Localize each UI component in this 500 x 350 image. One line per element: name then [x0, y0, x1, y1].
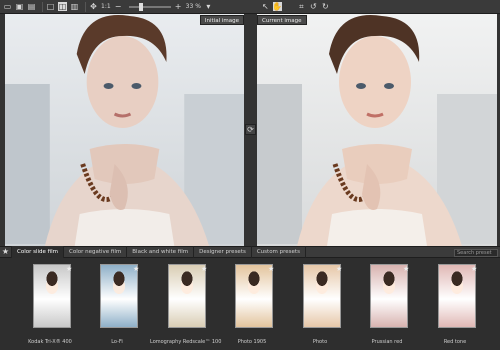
- initial-image-label: Initial image: [199, 15, 244, 25]
- favorite-star-icon[interactable]: ★: [201, 266, 207, 273]
- zoom-slider[interactable]: [128, 2, 171, 11]
- save-icon[interactable]: ▣: [15, 2, 24, 11]
- preset-thumbnail[interactable]: ★ Photo 1905: [222, 264, 282, 346]
- preset-preview-image: [370, 264, 408, 328]
- ratio-button[interactable]: 1:1: [101, 3, 111, 10]
- cursor-icon[interactable]: ↖: [261, 2, 270, 11]
- tab-color-negative-film[interactable]: Color negative film: [64, 246, 128, 258]
- toolbar-divider: [42, 1, 43, 12]
- hand-tool-icon[interactable]: ✋: [272, 2, 282, 11]
- favorites-star-icon[interactable]: ★: [0, 246, 12, 258]
- current-image-pane[interactable]: Current image: [257, 14, 497, 246]
- tab-color-slide-film[interactable]: Color slide film: [12, 246, 65, 258]
- preset-thumbnails: ★ Kodak Tri-X® 400 ★ Lo-Fi ★ Lomography Redsc…: [0, 258, 500, 350]
- preset-preview-image: [438, 264, 476, 328]
- preset-thumbnail[interactable]: ★ Prussian red: [357, 264, 417, 346]
- preset-thumbnail[interactable]: ★ Red tone: [425, 264, 485, 346]
- preset-preview-image: [33, 264, 71, 328]
- preset-preview-image: [235, 264, 273, 328]
- tab-designer-presets[interactable]: Designer presets: [194, 246, 252, 258]
- zoom-in-icon[interactable]: +: [174, 2, 183, 11]
- current-photo: [257, 14, 497, 246]
- print-icon[interactable]: ▤: [27, 2, 36, 11]
- favorite-star-icon[interactable]: ★: [403, 266, 409, 273]
- preset-label: Red tone: [443, 339, 467, 345]
- tab-black-and-white-film[interactable]: Black and white film: [127, 246, 195, 258]
- rotate-right-icon[interactable]: ↻: [321, 2, 330, 11]
- image-viewer: Initial image ⟳ Current image: [0, 14, 500, 246]
- preset-label: Lomography Redscale™ 100: [150, 339, 222, 345]
- rotate-left-icon[interactable]: ↺: [309, 2, 318, 11]
- photo-editor-app: ▭ ▣ ▤ □ ◫ ▥ ✥ 1:1 − + 33 % ▾ ↖ ✋ ⌗ ↺ ↻ I…: [0, 0, 500, 350]
- preset-label: Photo 1905: [237, 339, 267, 345]
- view-split-icon[interactable]: ◫: [58, 2, 67, 11]
- view-side-icon[interactable]: ▥: [70, 2, 79, 11]
- current-image-label: Current image: [257, 15, 307, 25]
- crop-icon[interactable]: ⌗: [297, 2, 306, 11]
- preset-label: Lo-Fi: [111, 339, 123, 345]
- initial-photo: [5, 14, 244, 246]
- preset-thumbnail[interactable]: ★ Photo: [290, 264, 350, 346]
- preset-preview-image: [168, 264, 206, 328]
- initial-image-pane[interactable]: Initial image: [5, 14, 244, 246]
- preset-tabs: ★ Color slide film Color negative film B…: [0, 246, 500, 258]
- sync-views-button[interactable]: ⟳: [245, 124, 256, 135]
- preset-preview-image: [303, 264, 341, 328]
- preset-label: Prussian red: [371, 339, 403, 345]
- preset-label: Photo: [312, 339, 328, 345]
- toolbar: ▭ ▣ ▤ □ ◫ ▥ ✥ 1:1 − + 33 % ▾ ↖ ✋ ⌗ ↺ ↻: [0, 0, 500, 14]
- view-single-icon[interactable]: □: [46, 2, 55, 11]
- zoom-out-icon[interactable]: −: [114, 2, 123, 11]
- preset-preview-image: [100, 264, 138, 328]
- preset-thumbnail[interactable]: ★ Kodak Tri-X® 400: [20, 264, 80, 346]
- zoom-dropdown-icon[interactable]: ▾: [204, 2, 213, 11]
- preset-search-input[interactable]: Search preset: [454, 249, 498, 257]
- preset-thumbnail[interactable]: ★ Lo-Fi: [87, 264, 147, 346]
- favorite-star-icon[interactable]: ★: [336, 266, 342, 273]
- open-icon[interactable]: ▭: [3, 2, 12, 11]
- favorite-star-icon[interactable]: ★: [268, 266, 274, 273]
- pan-icon[interactable]: ✥: [89, 2, 98, 11]
- preset-label: Kodak Tri-X® 400: [28, 339, 72, 345]
- favorite-star-icon[interactable]: ★: [471, 266, 477, 273]
- zoom-knob[interactable]: [138, 2, 143, 11]
- favorite-star-icon[interactable]: ★: [133, 266, 139, 273]
- preset-thumbnail[interactable]: ★ Lomography Redscale™ 100: [150, 264, 221, 346]
- tab-custom-presets[interactable]: Custom presets: [252, 246, 306, 258]
- zoom-value[interactable]: 33 %: [186, 3, 201, 10]
- favorite-star-icon[interactable]: ★: [66, 266, 72, 273]
- toolbar-divider: [85, 1, 86, 12]
